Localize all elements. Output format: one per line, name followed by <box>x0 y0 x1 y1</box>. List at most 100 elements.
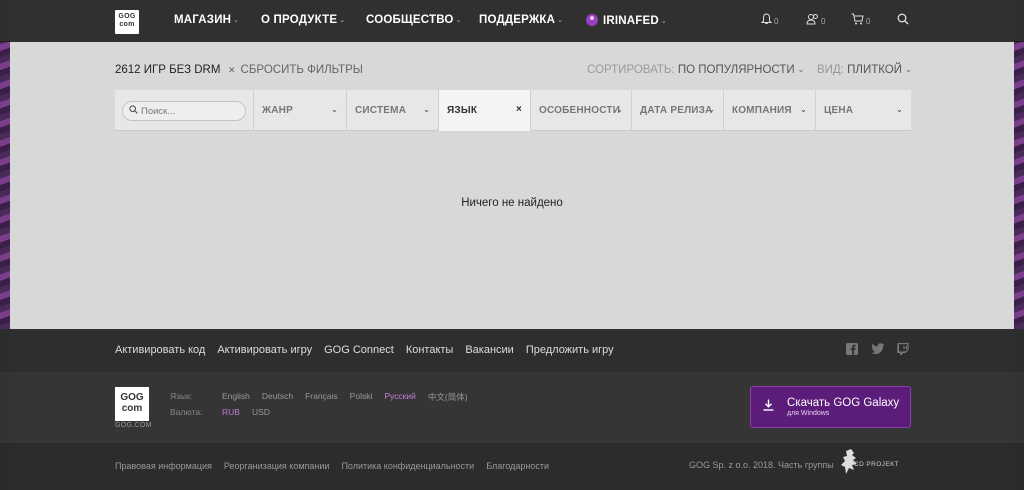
filter-genre[interactable]: ЖАНР ⌄ <box>254 90 347 131</box>
chevron-down-icon: ⌄ <box>905 65 912 74</box>
legal-link-privacy[interactable]: Политика конфиденциальности <box>341 461 474 471</box>
chevron-down-icon: ⌄ <box>331 105 338 114</box>
close-icon: ✕ <box>228 65 236 75</box>
twitch-icon[interactable] <box>897 343 909 358</box>
page: GOG com МАГАЗИН ⌄ О ПРОДУКТЕ ⌄ СООБЩЕСТВО ⌄… <box>0 0 1024 490</box>
footer-link-contacts[interactable]: Контакты <box>406 344 454 356</box>
galaxy-title: Скачать GOG Galaxy <box>787 397 900 409</box>
chevron-down-icon: ⌄ <box>616 105 623 114</box>
nav-community-label: СООБЩЕСТВО <box>366 14 454 26</box>
user-name: IRINAFED <box>603 15 659 27</box>
facebook-icon[interactable] <box>846 343 858 358</box>
avatar <box>586 14 598 26</box>
currency-label: Валюта: <box>170 407 203 417</box>
download-icon <box>763 399 774 414</box>
language-polski[interactable]: Polski <box>350 391 373 403</box>
friends-icon <box>806 14 818 25</box>
view-prefix: ВИД: <box>817 64 844 76</box>
chevron-down-icon: ⌄ <box>233 17 240 24</box>
friends-button[interactable]: 0 <box>806 13 825 28</box>
nav-support[interactable]: ПОДДЕРЖКА ⌄ <box>479 14 563 26</box>
filter-features[interactable]: ОСОБЕННОСТИ ⌄ <box>531 90 632 131</box>
nav-about[interactable]: О ПРОДУКТЕ ⌄ <box>261 14 345 26</box>
nav-user[interactable]: IRINAFED ⌄ <box>586 14 667 27</box>
footer-link-jobs[interactable]: Вакансии <box>465 344 514 356</box>
cd-projekt-logo[interactable]: CD PROJEKT <box>840 447 910 477</box>
chevron-down-icon: ⌄ <box>660 18 667 25</box>
search-input[interactable] <box>141 104 241 118</box>
footer-link-suggest-game[interactable]: Предложить игру <box>526 344 614 356</box>
download-galaxy-button[interactable]: Скачать GOG Galaxy для Windows <box>750 386 911 428</box>
games-count: 2612 ИГР БЕЗ DRM <box>115 64 221 76</box>
sort-dropdown[interactable]: СОРТИРОВАТЬ: ПО ПОПУЛЯРНОСТИ ⌄ <box>587 64 804 76</box>
language-francais[interactable]: Français <box>305 391 338 403</box>
language-deutsch[interactable]: Deutsch <box>262 391 293 403</box>
gog-logo[interactable]: GOG com <box>115 10 139 34</box>
language-chinese[interactable]: 中文(简体) <box>428 391 468 403</box>
cd-projekt-text: CD PROJEKT <box>854 461 900 468</box>
footer-logo-caption: GOG.COM <box>115 422 152 429</box>
legal-link-reorganization[interactable]: Реорганизация компании <box>224 461 330 471</box>
view-dropdown[interactable]: ВИД: ПЛИТКОЙ ⌄ <box>817 64 912 76</box>
chevron-down-icon: ⌄ <box>797 65 805 74</box>
empty-results-message: Ничего не найдено <box>461 197 563 209</box>
close-icon[interactable]: × <box>516 104 522 115</box>
footer-link-gog-connect[interactable]: GOG Connect <box>324 344 394 356</box>
nav-store[interactable]: МАГАЗИН ⌄ <box>174 14 239 26</box>
legal-link-info[interactable]: Правовая информация <box>115 461 212 471</box>
footer-gog-logo[interactable]: GOG com <box>115 387 149 421</box>
filter-system[interactable]: СИСТЕМА ⌄ <box>347 90 439 131</box>
chevron-down-icon: ⌄ <box>339 17 346 24</box>
nav-about-label: О ПРОДУКТЕ <box>261 14 338 26</box>
nav-community[interactable]: СООБЩЕСТВО ⌄ <box>366 14 462 26</box>
sort-value: ПО ПОПУЛЯРНОСТИ <box>677 64 795 76</box>
filter-company[interactable]: КОМПАНИЯ ⌄ <box>724 90 816 131</box>
logo-top-text: GOG <box>118 13 136 20</box>
currency-rub[interactable]: RUB <box>222 407 240 417</box>
filter-system-label: СИСТЕМА <box>355 105 407 116</box>
filter-features-label: ОСОБЕННОСТИ <box>539 105 621 116</box>
legal-links: Правовая информация Реорганизация компан… <box>115 461 549 471</box>
filter-genre-label: ЖАНР <box>262 105 293 116</box>
legal-link-credits[interactable]: Благодарности <box>486 461 549 471</box>
language-list: English Deutsch Français Polski Русский … <box>222 391 468 403</box>
filter-price[interactable]: ЦЕНА ⌄ <box>816 90 911 131</box>
filter-price-label: ЦЕНА <box>824 105 854 116</box>
cart-count: 0 <box>866 17 871 26</box>
galaxy-subtitle: для Windows <box>787 410 830 417</box>
chevron-down-icon: ⌄ <box>423 105 430 114</box>
currency-usd[interactable]: USD <box>252 407 270 417</box>
chevron-down-icon: ⌄ <box>896 105 903 114</box>
search-cell <box>115 90 254 131</box>
search-icon <box>897 13 909 25</box>
filter-language-label: ЯЗЫК <box>447 105 478 116</box>
footer-logo-top-text: GOG <box>120 392 144 403</box>
search-icon <box>129 105 138 117</box>
cart-button[interactable]: 0 <box>851 13 870 28</box>
filter-bar: ЖАНР⌄ СИСТЕМА⌄ ЯЗЫК× ОСОБЕННОСТИ⌄ ДАТА Р… <box>115 90 911 131</box>
chevron-down-icon: ⌄ <box>557 17 564 24</box>
footer-link-activate-code[interactable]: Активировать код <box>115 344 205 356</box>
notifications-button[interactable]: 0 <box>760 13 779 28</box>
language-english[interactable]: English <box>222 391 250 403</box>
currency-list: RUB USD <box>222 407 270 417</box>
filter-language[interactable]: ЯЗЫК × <box>439 90 531 131</box>
logo-bottom-text: com <box>119 21 135 28</box>
language-russian[interactable]: Русский <box>384 391 416 403</box>
header-search-button[interactable] <box>897 13 909 28</box>
chevron-down-icon: ⌄ <box>708 105 715 114</box>
twitter-icon[interactable] <box>871 343 885 358</box>
notifications-count: 0 <box>774 17 779 26</box>
bell-icon <box>760 13 773 24</box>
nav-store-label: МАГАЗИН <box>174 14 232 26</box>
chevron-down-icon: ⌄ <box>800 105 807 114</box>
filter-release-date[interactable]: ДАТА РЕЛИЗА ⌄ <box>632 90 724 131</box>
friends-count: 0 <box>821 17 826 26</box>
reset-filters-button[interactable]: ✕ СБРОСИТЬ ФИЛЬТРЫ <box>228 64 363 76</box>
cart-icon <box>851 13 864 25</box>
footer-link-activate-game[interactable]: Активировать игру <box>217 344 312 356</box>
footer-links: Активировать код Активировать игру GOG C… <box>115 344 614 356</box>
filter-company-label: КОМПАНИЯ <box>732 105 792 116</box>
reset-filters-label: СБРОСИТЬ ФИЛЬТРЫ <box>240 64 363 76</box>
copyright-text: GOG Sp. z o.o. 2018. Часть группы <box>689 460 834 470</box>
